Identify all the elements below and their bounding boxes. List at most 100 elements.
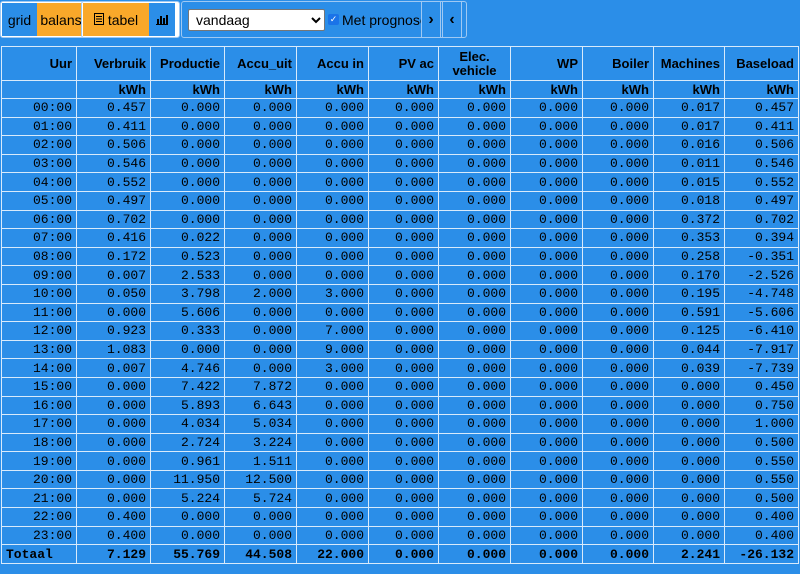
hour-cell: 21:00 — [1, 488, 77, 509]
unit-cell: kWh — [582, 80, 654, 99]
value-cell: 0.000 — [368, 116, 439, 137]
value-cell: 0.000 — [296, 488, 369, 509]
value-cell: 3.224 — [224, 432, 297, 453]
value-cell: 0.000 — [76, 302, 151, 323]
table-row: 15:00 0.000 7.422 7.872 0.000 0.000 0.000 0.000… — [1, 376, 799, 397]
column-header[interactable]: WP — [510, 46, 583, 81]
column-header[interactable]: Verbruik — [76, 46, 151, 81]
column-header[interactable]: Baseload — [724, 46, 799, 81]
value-cell: 0.000 — [510, 172, 583, 192]
hour-cell: 00:00 — [1, 98, 77, 118]
hour-cell: 04:00 — [1, 172, 77, 192]
value-cell: 0.000 — [582, 135, 654, 155]
hour-cell: 17:00 — [1, 414, 77, 434]
total-cell: 22.000 — [296, 544, 369, 565]
value-cell: 0.000 — [224, 265, 297, 285]
column-header[interactable]: Accu_uit — [224, 46, 297, 81]
table-row: 03:00 0.546 0.000 0.000 0.000 0.000 0.000 0.000… — [1, 153, 799, 174]
value-cell: 0.000 — [582, 395, 654, 416]
value-cell: 0.000 — [368, 358, 439, 378]
value-cell: 0.022 — [150, 228, 225, 248]
value-cell: 4.746 — [150, 358, 225, 378]
value-cell: 0.000 — [368, 507, 439, 527]
total-cell: 55.769 — [150, 544, 225, 565]
value-cell: 3.798 — [150, 283, 225, 304]
hour-cell: 11:00 — [1, 302, 77, 323]
value-cell: -7.739 — [724, 358, 799, 378]
value-cell: 0.333 — [150, 321, 225, 341]
column-header[interactable]: Uur — [1, 46, 77, 81]
value-cell: 0.000 — [438, 265, 511, 285]
value-cell: 0.000 — [510, 469, 583, 490]
value-cell: 0.546 — [76, 153, 151, 174]
value-cell: 0.000 — [368, 395, 439, 416]
value-cell: 7.422 — [150, 376, 225, 397]
value-cell: 0.000 — [368, 469, 439, 490]
column-header[interactable]: Elec. vehicle — [438, 46, 511, 81]
value-cell: 0.258 — [653, 246, 725, 267]
value-cell: 0.000 — [438, 432, 511, 453]
value-cell: 7.872 — [224, 376, 297, 397]
column-header[interactable]: Accu in — [296, 46, 369, 81]
value-cell: 0.000 — [368, 283, 439, 304]
value-cell: 0.000 — [224, 339, 297, 360]
column-header[interactable]: PV ac — [368, 46, 439, 81]
prognose-checkbox[interactable]: ✓ — [328, 14, 339, 25]
total-cell: -26.132 — [724, 544, 799, 565]
value-cell: 0.000 — [653, 488, 725, 509]
value-cell: 0.000 — [510, 321, 583, 341]
value-cell: 0.000 — [76, 395, 151, 416]
period-select[interactable]: vandaag — [188, 8, 325, 31]
value-cell: 0.000 — [296, 525, 369, 546]
value-cell: 0.000 — [653, 451, 725, 471]
value-cell: -4.748 — [724, 283, 799, 304]
value-cell: 0.000 — [368, 135, 439, 155]
balans-button[interactable]: balans — [37, 3, 85, 36]
value-cell: 0.000 — [368, 209, 439, 230]
value-cell: 1.511 — [224, 451, 297, 471]
value-cell: 0.000 — [150, 190, 225, 211]
prognose-label: Met prognose — [342, 11, 428, 28]
hour-cell: 14:00 — [1, 358, 77, 378]
value-cell: 0.000 — [438, 228, 511, 248]
table-row: 14:00 0.007 4.746 0.000 3.000 0.000 0.000 0.000… — [1, 358, 799, 378]
value-cell: 0.000 — [150, 172, 225, 192]
value-cell: 0.000 — [296, 507, 369, 527]
value-cell: 0.000 — [296, 432, 369, 453]
value-cell: 0.000 — [438, 488, 511, 509]
value-cell: 0.000 — [296, 116, 369, 137]
bar-chart-icon — [156, 12, 168, 28]
column-header[interactable]: Machines — [653, 46, 725, 81]
table-row: 04:00 0.552 0.000 0.000 0.000 0.000 0.000 0.000… — [1, 172, 799, 192]
value-cell: 0.457 — [76, 98, 151, 118]
hour-cell: 19:00 — [1, 451, 77, 471]
value-cell: 0.000 — [296, 451, 369, 471]
value-cell: 0.000 — [582, 283, 654, 304]
value-cell: 0.000 — [224, 358, 297, 378]
value-cell: 0.000 — [368, 321, 439, 341]
next-button[interactable]: › — [421, 1, 441, 38]
grid-button[interactable]: grid — [2, 3, 37, 36]
total-cell: 2.241 — [653, 544, 725, 565]
value-cell: 5.893 — [150, 395, 225, 416]
table-row: 17:00 0.000 4.034 5.034 0.000 0.000 0.000 0.000… — [1, 414, 799, 434]
tabel-button[interactable]: tabel — [83, 3, 149, 36]
value-cell: 5.224 — [150, 488, 225, 509]
value-cell: 0.000 — [582, 265, 654, 285]
value-cell: 0.000 — [224, 98, 297, 118]
unit-cell: kWh — [368, 80, 439, 99]
hour-cell: 18:00 — [1, 432, 77, 453]
prognose-toggle[interactable]: ✓ Met prognose — [328, 12, 428, 28]
value-cell: -0.351 — [724, 246, 799, 267]
table-row: 20:00 0.000 11.950 12.500 0.000 0.000 0.000 0.0… — [1, 469, 799, 490]
column-header[interactable]: Productie — [150, 46, 225, 81]
value-cell: 0.000 — [438, 451, 511, 471]
header-row: Uur Verbruik Productie Accu_uit Accu in PV ac… — [1, 46, 799, 81]
prev-button[interactable]: ‹ — [442, 1, 462, 38]
table-body: 00:00 0.457 0.000 0.000 0.000 0.000 0.000 0.000… — [1, 98, 799, 546]
chart-button[interactable] — [149, 3, 175, 36]
value-cell: 0.125 — [653, 321, 725, 341]
value-cell: 4.034 — [150, 414, 225, 434]
view-toggle-group: tabel — [81, 1, 180, 38]
column-header[interactable]: Boiler — [582, 46, 654, 81]
